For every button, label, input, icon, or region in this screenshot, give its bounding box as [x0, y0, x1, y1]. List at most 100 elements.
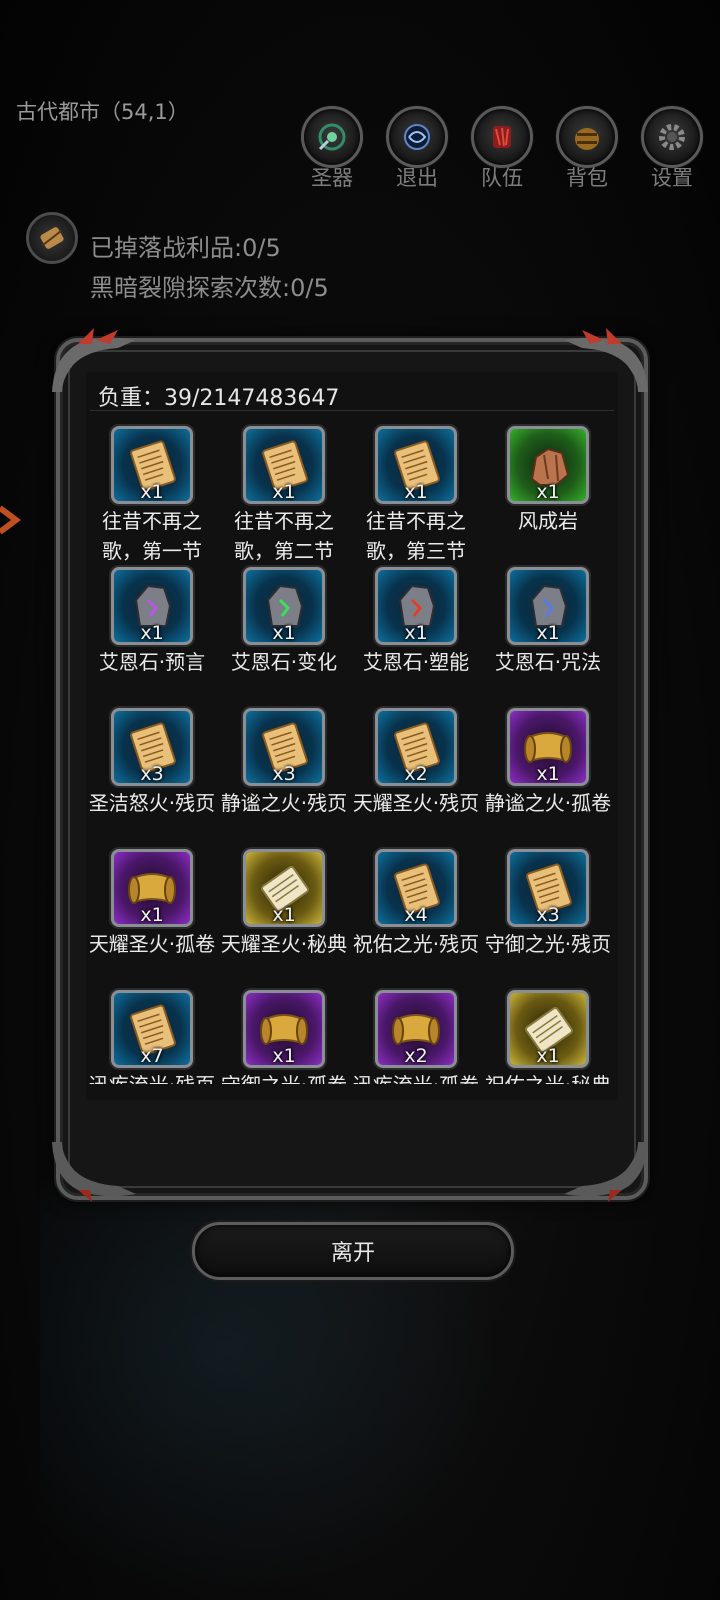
- inventory-item[interactable]: x1 祝佑之光·秘典: [482, 990, 614, 1084]
- loot-counter: 已掉落战利品:0/5: [90, 234, 281, 262]
- item-quantity: x1: [272, 1045, 296, 1067]
- item-quantity: x1: [140, 481, 164, 503]
- inventory-item[interactable]: x1 往昔不再之歌，第三节: [350, 426, 482, 566]
- item-quantity: x2: [404, 1045, 428, 1067]
- inventory-item[interactable]: x1 天耀圣火·孤卷: [86, 849, 218, 989]
- inventory-item[interactable]: x1 艾恩石·变化: [218, 567, 350, 707]
- item-slot[interactable]: x1: [243, 849, 325, 927]
- item-quantity: x3: [140, 763, 164, 785]
- location-label: 古代都市（54,1）: [16, 100, 189, 124]
- inventory-item[interactable]: x2 迅疾流光·孤卷: [350, 990, 482, 1084]
- portal-icon: [386, 106, 448, 168]
- inventory-item[interactable]: x2 天耀圣火·残页: [350, 708, 482, 848]
- item-quantity: x3: [536, 904, 560, 926]
- inventory-grid[interactable]: x1 往昔不再之歌，第一节 x1 往昔不再之歌，第二节 x1 往昔不再之歌，第三节 x1 风成…: [86, 422, 620, 1084]
- explore-counter: 黑暗裂隙探索次数:0/5: [90, 274, 329, 302]
- menu-team-button[interactable]: 队伍: [470, 106, 534, 192]
- divider: [90, 410, 614, 411]
- menu-relic-label: 圣器: [311, 166, 353, 190]
- item-slot[interactable]: x1: [375, 567, 457, 645]
- item-quantity: x1: [404, 481, 428, 503]
- item-slot[interactable]: x1: [111, 567, 193, 645]
- inventory-item[interactable]: x1 风成岩: [482, 426, 614, 566]
- item-name: 艾恩石·塑能: [362, 650, 470, 674]
- item-name: 天耀圣火·孤卷: [88, 932, 216, 956]
- item-name: 艾恩石·变化: [230, 650, 338, 674]
- item-name: 迅疾流光·孤卷: [350, 1070, 482, 1084]
- item-quantity: x1: [272, 904, 296, 926]
- leave-button[interactable]: 离开: [192, 1222, 514, 1280]
- item-name: 祝佑之光·秘典: [482, 1070, 614, 1084]
- menu-backpack-button[interactable]: 背包: [555, 106, 619, 192]
- item-name: 祝佑之光·残页: [352, 932, 480, 956]
- inventory-item[interactable]: x3 静谧之火·残页: [218, 708, 350, 848]
- leave-label: 离开: [330, 1241, 375, 1266]
- inventory-item[interactable]: x1 艾恩石·预言: [86, 567, 218, 707]
- item-slot[interactable]: x3: [507, 849, 589, 927]
- inventory-item[interactable]: x1 往昔不再之歌，第一节: [86, 426, 218, 566]
- item-name: 圣洁怒火·残页: [88, 791, 216, 815]
- menu-relic-button[interactable]: 圣器: [300, 106, 364, 192]
- item-quantity: x1: [140, 622, 164, 644]
- item-name: 天耀圣火·秘典: [220, 932, 348, 956]
- item-slot[interactable]: x1: [507, 426, 589, 504]
- item-name: 静谧之火·孤卷: [484, 791, 612, 815]
- item-quantity: x1: [272, 622, 296, 644]
- item-name: 守御之光·孤卷: [218, 1070, 350, 1084]
- menu-settings-button[interactable]: 设置: [640, 106, 704, 192]
- item-slot[interactable]: x1: [243, 990, 325, 1068]
- item-slot[interactable]: x1: [507, 990, 589, 1068]
- item-slot[interactable]: x1: [375, 426, 457, 504]
- item-slot[interactable]: x2: [375, 990, 457, 1068]
- inventory-item[interactable]: x3 圣洁怒火·残页: [86, 708, 218, 848]
- inventory-item[interactable]: x1 艾恩石·咒法: [482, 567, 614, 707]
- item-slot[interactable]: x1: [507, 567, 589, 645]
- item-quantity: x7: [140, 1045, 164, 1067]
- item-name: 天耀圣火·残页: [352, 791, 480, 815]
- item-name: 静谧之火·残页: [220, 791, 348, 815]
- inventory-item[interactable]: x3 守御之光·残页: [482, 849, 614, 989]
- item-name: 往昔不再之歌，第一节: [102, 509, 202, 563]
- backpack-icon: [556, 106, 618, 168]
- inventory-item[interactable]: x4 祝佑之光·残页: [350, 849, 482, 989]
- item-slot[interactable]: x2: [375, 708, 457, 786]
- item-slot[interactable]: x4: [375, 849, 457, 927]
- item-quantity: x1: [536, 622, 560, 644]
- item-slot[interactable]: x1: [111, 426, 193, 504]
- item-slot[interactable]: x1: [111, 849, 193, 927]
- panel-corner-ornament: [564, 1142, 648, 1202]
- inventory-item[interactable]: x1 静谧之火·孤卷: [482, 708, 614, 848]
- item-slot[interactable]: x1: [507, 708, 589, 786]
- inventory-item[interactable]: x1 往昔不再之歌，第二节: [218, 426, 350, 566]
- item-name: 守御之光·残页: [484, 932, 612, 956]
- menu-exit-button[interactable]: 退出: [385, 106, 449, 192]
- panel-corner-ornament: [52, 1142, 136, 1202]
- item-quantity: x1: [536, 481, 560, 503]
- menu-backpack-label: 背包: [566, 166, 608, 190]
- item-name: 艾恩石·预言: [98, 650, 206, 674]
- item-slot[interactable]: x3: [111, 708, 193, 786]
- item-slot[interactable]: x7: [111, 990, 193, 1068]
- item-name: 风成岩: [518, 509, 578, 533]
- item-quantity: x1: [536, 763, 560, 785]
- item-name: 迅疾流光·残页: [86, 1070, 218, 1084]
- inventory-item[interactable]: x1 天耀圣火·秘典: [218, 849, 350, 989]
- menu-exit-label: 退出: [396, 166, 438, 190]
- inventory-item[interactable]: x1 守御之光·孤卷: [218, 990, 350, 1084]
- item-name: 往昔不再之歌，第二节: [234, 509, 334, 563]
- inventory-item[interactable]: x1 艾恩石·塑能: [350, 567, 482, 707]
- item-slot[interactable]: x3: [243, 708, 325, 786]
- item-quantity: x1: [140, 904, 164, 926]
- team-icon: [471, 106, 533, 168]
- loot-scroll-icon: [26, 212, 78, 264]
- gear-icon: [641, 106, 703, 168]
- item-quantity: x3: [272, 763, 296, 785]
- relic-icon: [301, 106, 363, 168]
- item-slot[interactable]: x1: [243, 426, 325, 504]
- inventory-item[interactable]: x7 迅疾流光·残页: [86, 990, 218, 1084]
- side-arrow-icon[interactable]: [0, 500, 26, 540]
- item-quantity: x1: [272, 481, 296, 503]
- item-name: 艾恩石·咒法: [494, 650, 602, 674]
- item-slot[interactable]: x1: [243, 567, 325, 645]
- item-name: 往昔不再之歌，第三节: [366, 509, 466, 563]
